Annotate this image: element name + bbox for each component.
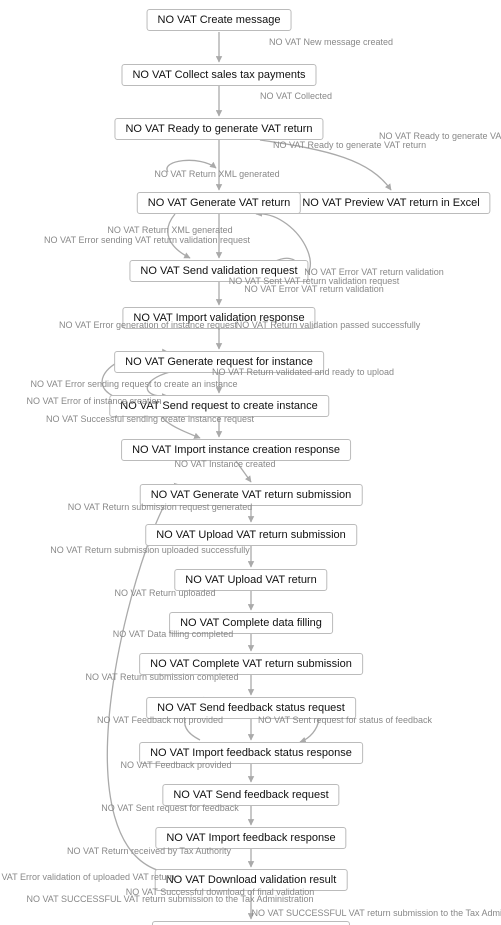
flow-node-n4: NO VAT Send validation request <box>129 260 308 282</box>
flow-node-n11: NO VAT Upload VAT return <box>174 569 327 591</box>
edge-label-9: NO VAT Error VAT return validation <box>304 267 444 277</box>
flow-node-n13: NO VAT Complete VAT return submission <box>139 653 363 675</box>
flow-node-n5: NO VAT Import validation response <box>122 307 315 329</box>
edge-label-4: NO VAT Return XML generated <box>154 169 279 179</box>
edge-label-27: NO VAT Error validation of uploaded VAT … <box>0 872 175 882</box>
edge-label-0: NO VAT New message created <box>269 37 393 47</box>
flow-node-n9: NO VAT Generate VAT return submission <box>140 484 363 506</box>
edge-label-18: NO VAT Return submission uploaded succes… <box>50 545 250 555</box>
edge-label-5: NO VAT Return XML generated <box>107 225 232 235</box>
flow-node-n8: NO VAT Import instance creation response <box>121 439 351 461</box>
flow-node-n1: NO VAT Collect sales tax payments <box>121 64 316 86</box>
flow-node-n7: NO VAT Send request to create instance <box>109 395 329 417</box>
flowchart-canvas: NO VAT Create message NO VAT Collect sale… <box>0 0 501 925</box>
flow-node-n0: NO VAT Create message <box>147 9 292 31</box>
edge-label-30: NO VAT SUCCESSFUL VAT return submission … <box>251 908 501 918</box>
flow-node-n3: NO VAT Generate VAT return <box>137 192 301 214</box>
edge-label-8: NO VAT Error VAT return validation <box>244 284 384 294</box>
flow-node-n18: NO VAT Download validation result <box>155 869 348 891</box>
edge-label-6: NO VAT Error sending VAT return validati… <box>44 235 250 245</box>
flow-node-n16: NO VAT Send feedback request <box>162 784 339 806</box>
flow-node-n14: NO VAT Send feedback status request <box>146 697 356 719</box>
edge-label-2: NO VAT Ready to generate VAT return <box>379 131 501 141</box>
flow-node-n12: NO VAT Complete data filling <box>169 612 333 634</box>
flow-node-n15: NO VAT Import feedback status response <box>139 742 363 764</box>
edge-label-29: NO VAT SUCCESSFUL VAT return submission … <box>26 894 313 904</box>
edge-label-3: NO VAT Ready to generate VAT return <box>273 140 426 150</box>
flow-node-n2: NO VAT Ready to generate VAT return <box>114 118 323 140</box>
flow-node-n19: NO VAT Import final validation result <box>152 921 350 925</box>
flow-node-n6: NO VAT Generate request for instance <box>114 351 324 373</box>
edge-label-13: NO VAT Error sending request to create a… <box>30 379 237 389</box>
flow-node-n17: NO VAT Import feedback response <box>155 827 346 849</box>
flow-node-n10: NO VAT Upload VAT return submission <box>145 524 357 546</box>
flow-node-n2b: NO VAT Preview VAT return in Excel <box>291 192 490 214</box>
edge-label-1: NO VAT Collected <box>260 91 332 101</box>
